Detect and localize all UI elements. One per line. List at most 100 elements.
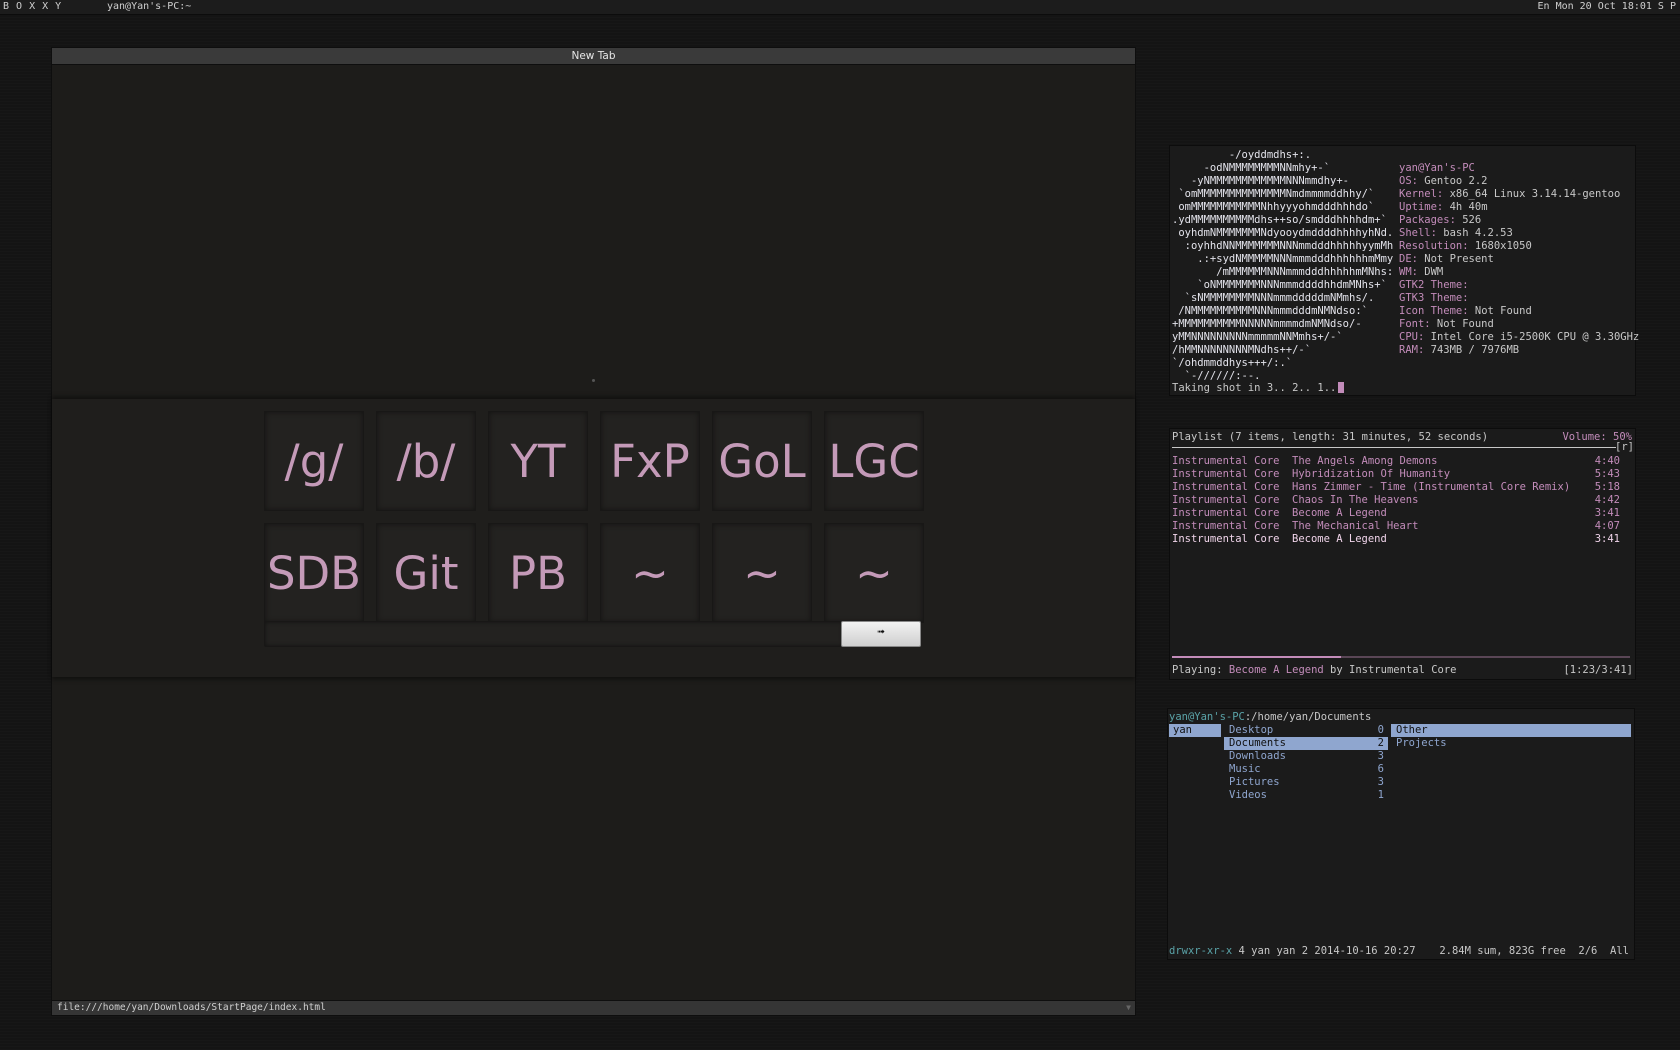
disk-summary: 2.84M sum, 823G free 2/6 All [1439, 945, 1629, 957]
track-row[interactable]: Instrumental Core Chaos In The Heavens 4:4… [1172, 494, 1630, 507]
directory-name: Music [1229, 763, 1261, 775]
system-info: yan@Yan's-PC OS: Gentoo 2.2 Kernel: x86_64… [1399, 162, 1639, 357]
logo-line: `/ohdmmddhys+++/:.` [1172, 357, 1293, 369]
info-value: 1680x1050 [1468, 240, 1532, 252]
info-value: Gentoo 2.2 [1417, 175, 1488, 187]
track-artist: Instrumental Core [1172, 507, 1280, 519]
track-row[interactable]: Instrumental Core Become A Legend 3:41 [1172, 507, 1630, 520]
info-row: CPU: Intel Core i5-2500K CPU @ 3.30GHz [1399, 331, 1639, 344]
preview-item[interactable]: Projects [1391, 737, 1631, 750]
mode-flags: [r] [1615, 441, 1634, 453]
track-title: Hans Zimmer - Time (Instrumental Core Re… [1292, 481, 1571, 493]
info-row: DE: Not Present [1399, 253, 1639, 266]
info-value: Not Present [1417, 253, 1494, 265]
progress-bar[interactable] [1172, 656, 1630, 658]
go-button[interactable]: ➟ [841, 621, 921, 647]
now-artist: by Instrumental Core [1323, 664, 1457, 676]
logo-line: :oyhhdNNMMMMMMMNNNmmdddhhhhhyymMh [1172, 240, 1394, 252]
track-row[interactable]: Instrumental Core The Mechanical Heart 4:0… [1172, 520, 1630, 533]
bookmark-tile[interactable]: /b/ [376, 411, 476, 511]
track-row[interactable]: Instrumental Core Become A Legend 3:41 [1172, 533, 1630, 546]
info-row: Icon Theme: Not Found [1399, 305, 1639, 318]
info-row: WM: DWM [1399, 266, 1639, 279]
track-duration: 3:41 [1594, 507, 1620, 519]
info-row: OS: Gentoo 2.2 [1399, 175, 1639, 188]
info-row: Font: Not Found [1399, 318, 1639, 331]
directory-item[interactable]: Downloads 3 [1224, 750, 1388, 763]
logo-line: /NMMMMMMMMMMNNNmmmdddmNMNdso:` [1172, 305, 1368, 317]
prompt-text: Taking shot in 3.. 2.. 1.. [1172, 382, 1337, 394]
info-key: RAM: [1399, 344, 1425, 356]
search-input[interactable] [264, 621, 844, 647]
header-divider [1172, 447, 1616, 448]
info-value: DWM [1417, 266, 1444, 278]
path-dir: :/home/yan/Documents [1244, 711, 1372, 723]
info-key: CPU: [1399, 331, 1425, 343]
file-info-footer: drwxr-xr-x 4 yan yan 2 2014-10-16 20:27 2… [1169, 945, 1629, 958]
track-row[interactable]: Instrumental Core The Angels Among Demons… [1172, 455, 1630, 468]
start-page-panel: /g//b/YT FxP GoL LGC SDB Git PB ~ ~ ~ ➟ [52, 399, 1135, 677]
logo-line: -yNMMMMMMMMMMMMNNNmmdhy+- [1172, 175, 1350, 187]
tag-list: BOXXY [3, 0, 68, 14]
tag-5[interactable]: Y [55, 1, 61, 12]
info-row: Packages: 526 [1399, 214, 1639, 227]
directory-count: 1 [1377, 789, 1384, 801]
bookmark-tile[interactable]: PB [488, 523, 588, 623]
now-title: Become A Legend [1228, 664, 1324, 676]
file-details: 4 yan yan 2 2014-10-16 20:27 [1232, 945, 1416, 957]
bookmark-tile[interactable]: Git [376, 523, 476, 623]
tag-1[interactable]: B [3, 1, 9, 12]
track-row[interactable]: Instrumental Core Hans Zimmer - Time (Ins… [1172, 481, 1630, 494]
directory-count: 6 [1377, 763, 1384, 775]
bookmark-tile[interactable]: ~ [824, 523, 924, 623]
bookmark-tile[interactable]: ~ [712, 523, 812, 623]
bookmark-tile[interactable]: FxP [600, 411, 700, 511]
logo-line: -/oyddmdhs+:. [1172, 149, 1312, 161]
info-value: 743MB / 7976MB [1424, 344, 1520, 356]
track-row[interactable]: Instrumental Core Hybridization Of Humani… [1172, 468, 1630, 481]
directory-item[interactable]: Desktop 0 [1224, 724, 1388, 737]
tag-2[interactable]: O [16, 1, 22, 12]
info-row: yan@Yan's-PC [1399, 162, 1639, 175]
bookmark-tile[interactable]: ~ [600, 523, 700, 623]
terminal-neofetch[interactable]: -/oyddmdhs+:. -odNMMMMMMMMNNmhy+-` -yNMM… [1169, 145, 1639, 396]
loading-dot [592, 379, 595, 382]
directory-count: 3 [1377, 776, 1384, 788]
directory-item[interactable]: Videos 1 [1224, 789, 1388, 802]
bookmark-tile[interactable]: GoL [712, 411, 812, 511]
terminal-music-player[interactable]: Playlist (7 items, length: 31 minutes, 5… [1169, 428, 1636, 680]
track-artist: Instrumental Core [1172, 481, 1280, 493]
tab-title[interactable]: New Tab [52, 48, 1135, 65]
track-duration: 4:42 [1594, 494, 1620, 506]
directory-count: 3 [1377, 750, 1384, 762]
info-key: GTK3 Theme: [1399, 292, 1469, 304]
logo-line: oyhdmNMMMMMMMNdyooydmddddhhhhyhNd. [1172, 227, 1394, 239]
info-value: Intel Core i5-2500K CPU @ 3.30GHz [1424, 331, 1640, 343]
current-path: yan@Yan's-PC:/home/yan/Documents [1169, 711, 1371, 724]
info-key: OS: [1399, 175, 1418, 187]
status-text: En Mon 20 Oct 18:01 S P [1537, 1, 1676, 12]
info-row: RAM: 743MB / 7976MB [1399, 344, 1639, 357]
directory-item[interactable]: Documents 2 [1224, 737, 1388, 750]
info-value: yan@Yan's-PC [1399, 162, 1475, 174]
parent-dir-item[interactable]: yan [1169, 724, 1221, 737]
info-row: GTK2 Theme: [1399, 279, 1639, 292]
bookmark-tile[interactable]: /g/ [264, 411, 364, 511]
terminal-prompt: Taking shot in 3.. 2.. 1.. [1172, 382, 1345, 395]
directory-item[interactable]: Pictures 3 [1224, 776, 1388, 789]
now-label: Playing: [1172, 664, 1229, 676]
bookmark-tile[interactable]: LGC [824, 411, 924, 511]
tag-4[interactable]: X [42, 1, 48, 12]
terminal-file-manager[interactable]: yan@Yan's-PC:/home/yan/Documents yan Des… [1167, 708, 1635, 960]
logo-line: `oNMMMMMMMNNNmmmddddhhdmMNhs+` [1172, 279, 1387, 291]
preview-item[interactable]: Other [1391, 724, 1631, 737]
bookmark-tile[interactable]: SDB [264, 523, 364, 623]
dropdown-triangle-icon[interactable]: ▼ [1126, 1001, 1131, 1015]
directory-item[interactable]: Music 6 [1224, 763, 1388, 776]
info-row: GTK3 Theme: [1399, 292, 1639, 305]
info-value: 526 [1455, 214, 1482, 226]
logo-line: -odNMMMMMMMMNNmhy+-` [1172, 162, 1331, 174]
bookmark-tile[interactable]: YT [488, 411, 588, 511]
tag-3[interactable]: X [29, 1, 35, 12]
info-row: Resolution: 1680x1050 [1399, 240, 1639, 253]
